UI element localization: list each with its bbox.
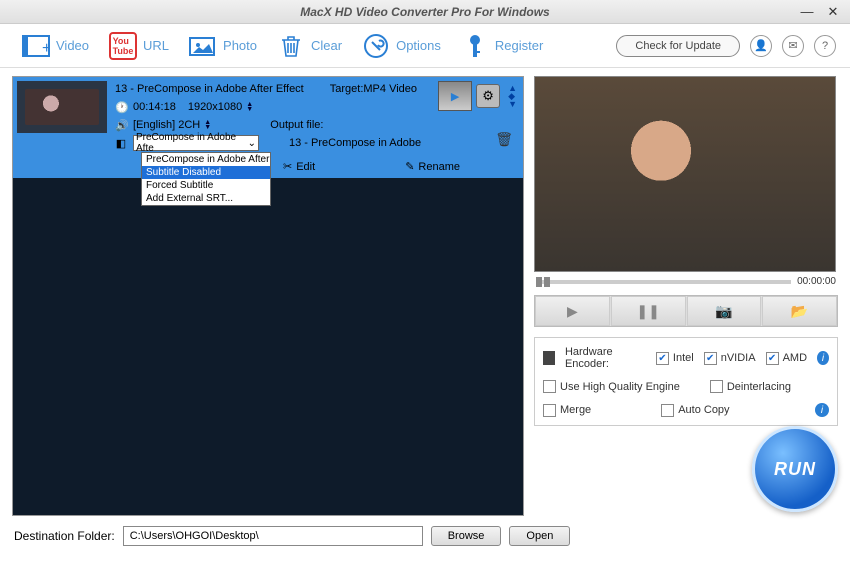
amd-checkbox[interactable]: ✔AMD bbox=[766, 352, 807, 365]
trash-icon bbox=[277, 32, 305, 60]
subtitle-option[interactable]: PreCompose in Adobe After Ef bbox=[142, 153, 270, 166]
merge-checkbox[interactable]: Merge bbox=[543, 404, 591, 417]
subtitle-option[interactable]: Add External SRT... bbox=[142, 192, 270, 205]
subtitle-option[interactable]: Forced Subtitle bbox=[142, 179, 270, 192]
destination-label: Destination Folder: bbox=[14, 529, 115, 543]
key-icon bbox=[461, 32, 489, 60]
minimize-button[interactable]: — bbox=[800, 5, 814, 19]
file-title: 13 - PreCompose in Adobe After Effect bbox=[115, 83, 304, 95]
snapshot-button[interactable]: 📷 bbox=[687, 296, 762, 326]
video-preview bbox=[534, 76, 836, 272]
hq-checkbox[interactable]: Use High Quality Engine bbox=[543, 380, 680, 393]
timeline-time: 00:00:00 bbox=[797, 276, 836, 287]
close-button[interactable]: ✕ bbox=[826, 5, 840, 19]
deinterlace-checkbox[interactable]: Deinterlacing bbox=[710, 380, 791, 393]
help-icon[interactable]: ? bbox=[814, 35, 836, 57]
intel-checkbox[interactable]: ✔Intel bbox=[656, 352, 694, 365]
rename-button[interactable]: ✎ Rename bbox=[405, 160, 460, 173]
wrench-icon bbox=[362, 32, 390, 60]
user-icon[interactable]: 👤 bbox=[750, 35, 772, 57]
audio-stepper[interactable]: ▲▼ bbox=[204, 120, 216, 130]
destination-input[interactable] bbox=[123, 526, 423, 546]
speaker-icon: 🔊 bbox=[115, 119, 127, 132]
edit-button[interactable]: ✂ Edit bbox=[283, 160, 315, 173]
svg-text:+: + bbox=[42, 40, 50, 57]
video-button[interactable]: + Video bbox=[14, 28, 97, 64]
browse-button[interactable]: Browse bbox=[431, 526, 502, 546]
mail-icon[interactable]: ✉ bbox=[782, 35, 804, 57]
preview-button[interactable] bbox=[438, 81, 472, 111]
options-panel: Hardware Encoder: ✔Intel ✔nVIDIA ✔AMD i … bbox=[534, 337, 838, 426]
subtitle-dropdown[interactable]: PreCompose in Adobe Afte⌄ bbox=[133, 135, 259, 151]
output-name: 13 - PreCompose in Adobe bbox=[289, 137, 421, 149]
subtitle-icon: ◧ bbox=[115, 137, 127, 150]
youtube-icon: YouTube bbox=[109, 32, 137, 60]
file-thumbnail bbox=[17, 81, 107, 133]
settings-button[interactable]: ⚙ bbox=[476, 84, 500, 108]
subtitle-dropdown-menu: PreCompose in Adobe After Ef Subtitle Di… bbox=[141, 152, 271, 206]
info-icon[interactable]: i bbox=[817, 351, 829, 365]
footer: Destination Folder: Browse Open bbox=[0, 516, 850, 556]
timeline-track[interactable] bbox=[536, 280, 791, 284]
file-list: 13 - PreCompose in Adobe After Effect Ta… bbox=[12, 76, 524, 516]
play-button[interactable]: ▶ bbox=[535, 296, 610, 326]
photo-button[interactable]: Photo bbox=[181, 28, 265, 64]
output-label: Output file: bbox=[270, 119, 323, 131]
clear-button[interactable]: Clear bbox=[269, 28, 350, 64]
delete-button[interactable]: 🗑 bbox=[495, 131, 513, 148]
url-button[interactable]: YouTube URL bbox=[101, 28, 177, 64]
video-icon: + bbox=[22, 32, 50, 60]
register-button[interactable]: Register bbox=[453, 28, 551, 64]
file-row[interactable]: 13 - PreCompose in Adobe After Effect Ta… bbox=[13, 77, 523, 178]
chip-icon bbox=[543, 351, 555, 365]
subtitle-option[interactable]: Subtitle Disabled bbox=[142, 166, 270, 179]
run-button[interactable]: RUN bbox=[752, 426, 838, 512]
open-folder-button[interactable]: 📂 bbox=[762, 296, 837, 326]
clock-icon: 🕐 bbox=[115, 101, 127, 114]
photo-icon bbox=[189, 32, 217, 60]
pause-button[interactable]: ❚❚ bbox=[611, 296, 686, 326]
titlebar: MacX HD Video Converter Pro For Windows … bbox=[0, 0, 850, 24]
toolbar: + Video YouTube URL Photo Clear Options … bbox=[0, 24, 850, 68]
autocopy-checkbox[interactable]: Auto Copy bbox=[661, 404, 729, 417]
app-title: MacX HD Video Converter Pro For Windows bbox=[8, 5, 842, 19]
nvidia-checkbox[interactable]: ✔nVIDIA bbox=[704, 352, 756, 365]
check-update-button[interactable]: Check for Update bbox=[616, 35, 740, 57]
open-button[interactable]: Open bbox=[509, 526, 570, 546]
options-button[interactable]: Options bbox=[354, 28, 449, 64]
reorder-arrows[interactable]: ▲◆▼ bbox=[508, 84, 517, 108]
res-stepper[interactable]: ▲▼ bbox=[246, 102, 258, 112]
info-icon[interactable]: i bbox=[815, 403, 829, 417]
